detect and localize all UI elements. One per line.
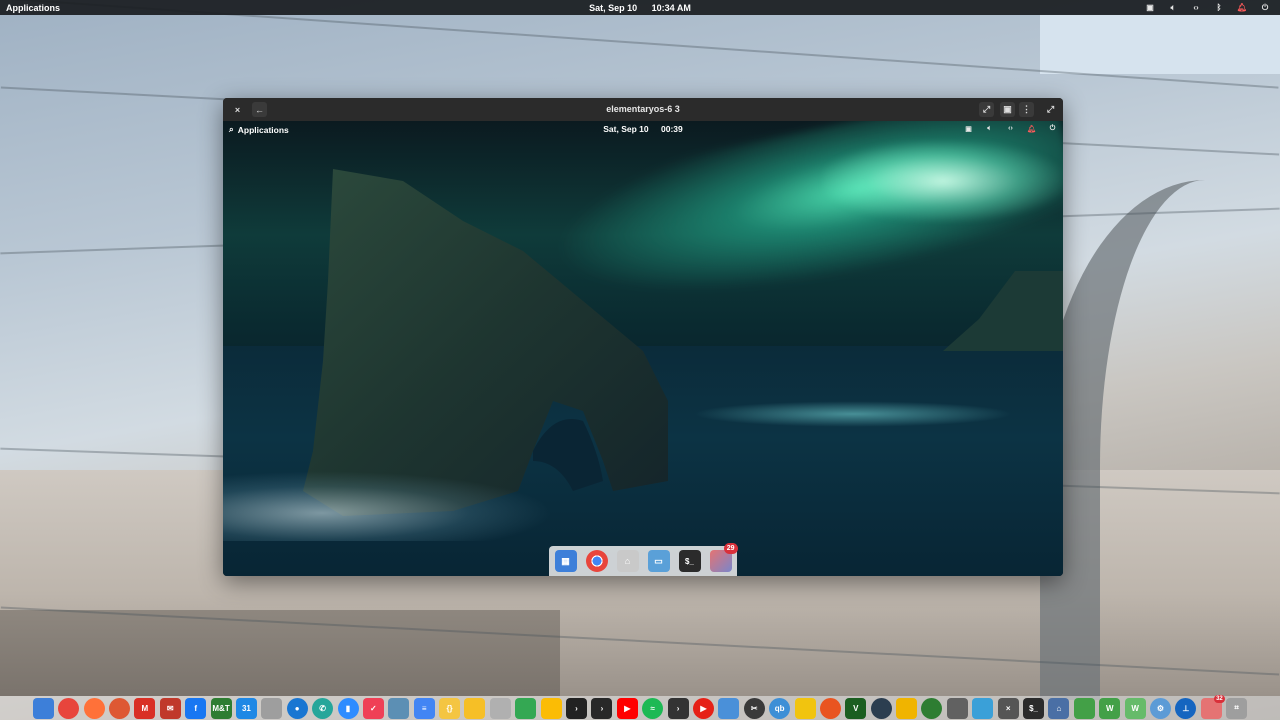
- guest-datetime[interactable]: Sat, Sep 10 00:39: [223, 124, 1063, 134]
- mt-icon[interactable]: M&T: [210, 697, 232, 719]
- wave-foam: [223, 471, 553, 541]
- files-icon[interactable]: [489, 697, 511, 719]
- youtube-icon[interactable]: ▶: [616, 697, 638, 719]
- code-icon[interactable]: {}: [439, 697, 461, 719]
- power-icon[interactable]: ⏻: [1260, 3, 1270, 13]
- zoom-icon[interactable]: ▮: [337, 697, 359, 719]
- plex-icon[interactable]: ›: [591, 697, 613, 719]
- x-terminal-icon[interactable]: ×: [997, 697, 1019, 719]
- wallpaper-arch: [1040, 180, 1280, 700]
- guest-top-panel: ⌕ Applications Sat, Sep 10 00:39 ▣ 🔈︎ ‹›…: [223, 121, 1063, 137]
- youtube-music-icon[interactable]: ▶: [692, 697, 714, 719]
- contacts-icon[interactable]: ●: [286, 697, 308, 719]
- guest-dock: ▦ ⌂ ▭ $_ 29: [549, 543, 738, 576]
- guest-network-icon[interactable]: ‹›: [1006, 124, 1015, 133]
- network-icon[interactable]: [870, 697, 892, 719]
- time-label: 10:34 AM: [651, 2, 691, 13]
- keyboard-icon[interactable]: [946, 697, 968, 719]
- guest-notification-icon[interactable]: 🔔︎: [1027, 124, 1036, 133]
- vm-header: × ← elementaryos-6 3 ⤢ ▣ ⋮ ⤢: [223, 98, 1063, 121]
- top-panel: Applications Sat, Sep 10 10:34 AM ▣ 🔈︎ ‹…: [0, 0, 1280, 15]
- plex-media-icon[interactable]: ›: [667, 697, 689, 719]
- screenshot-icon[interactable]: ▣: [1000, 102, 1015, 117]
- gmail-icon[interactable]: M: [134, 697, 156, 719]
- datetime-indicator[interactable]: Sat, Sep 10 10:34 AM: [0, 3, 1280, 13]
- archive-icon[interactable]: [794, 697, 816, 719]
- guest-sidebar-icon[interactable]: ▣: [964, 124, 973, 133]
- document-viewer-icon[interactable]: [388, 697, 410, 719]
- aurora-reflection: [693, 401, 1013, 427]
- expand-icon[interactable]: ⤢: [1043, 102, 1058, 117]
- photos-icon[interactable]: [261, 697, 283, 719]
- screenshot-tool-icon[interactable]: [718, 697, 740, 719]
- menu-icon[interactable]: ⋮: [1019, 102, 1034, 117]
- vm-title: elementaryos-6 3: [606, 104, 680, 114]
- thermometer-icon[interactable]: ⊥: [1175, 697, 1197, 719]
- guest-volume-icon[interactable]: 🔈︎: [985, 124, 994, 133]
- calendar-icon[interactable]: 29: [709, 543, 738, 572]
- wallpaper-line: [0, 606, 1280, 676]
- docs-icon[interactable]: ≡: [413, 697, 435, 719]
- screenshot-crop-icon[interactable]: ⌗: [1226, 697, 1248, 719]
- guest-screen[interactable]: ⌕ Applications Sat, Sep 10 00:39 ▣ 🔈︎ ‹›…: [223, 121, 1063, 576]
- notes-icon[interactable]: [464, 697, 486, 719]
- multitasking-view-icon[interactable]: [32, 697, 54, 719]
- indicator-area: ▣ 🔈︎ ‹› ᛒ 🔔︎ ⏻: [1145, 3, 1270, 13]
- qbittorrent-icon[interactable]: qb: [769, 697, 791, 719]
- chrome-icon[interactable]: [58, 697, 80, 719]
- word-icon[interactable]: W: [1099, 697, 1121, 719]
- distant-cliff: [943, 271, 1063, 351]
- calendar-icon[interactable]: 31: [235, 697, 257, 719]
- terminal-prompt-icon[interactable]: ›: [566, 697, 588, 719]
- notification-icon[interactable]: 🔔︎: [1237, 3, 1247, 13]
- guest-time-label: 00:39: [660, 124, 683, 134]
- multitasking-view-icon[interactable]: ▦: [554, 550, 577, 572]
- volume-icon[interactable]: 🔈︎: [1168, 3, 1178, 13]
- photos-app-icon[interactable]: [540, 697, 562, 719]
- aurora-glow: [823, 141, 1063, 221]
- vm-window: × ← elementaryos-6 3 ⤢ ▣ ⋮ ⤢ ⌕ Applicati…: [223, 98, 1063, 576]
- terminal-icon[interactable]: $_: [678, 550, 701, 572]
- app-center-icon[interactable]: ▭: [647, 550, 670, 572]
- home-icon[interactable]: ⌂: [1048, 697, 1070, 719]
- notification-badge: 29: [723, 543, 738, 554]
- vim-icon[interactable]: V: [845, 697, 867, 719]
- player-icon[interactable]: [896, 697, 918, 719]
- guest-power-icon[interactable]: ⏻: [1048, 124, 1057, 133]
- guest-indicators: ▣ 🔈︎ ‹› 🔔︎ ⏻: [964, 124, 1057, 133]
- calendar-badge-icon[interactable]: 32: [1200, 694, 1225, 719]
- network-icon[interactable]: ‹›: [1191, 3, 1201, 13]
- terminal-icon[interactable]: $_: [1023, 697, 1045, 719]
- tools-icon[interactable]: ✂: [743, 697, 765, 719]
- files-icon[interactable]: ⌂: [616, 550, 639, 572]
- ubuntu-tweak-icon[interactable]: [819, 697, 841, 719]
- bluetooth-icon[interactable]: ᛒ: [1214, 3, 1224, 13]
- duckduckgo-icon[interactable]: [108, 697, 130, 719]
- w-app-icon[interactable]: W: [1124, 697, 1146, 719]
- date-label: Sat, Sep 10: [589, 2, 638, 13]
- phone-icon[interactable]: ✆: [312, 697, 334, 719]
- sidebar-icon[interactable]: ▣: [1145, 3, 1155, 13]
- dock: M ✉ f M&T 31 ● ✆ ▮ ✓ ≡{} › › ▶ ≈ › ▶ ✂ qb V × $_ ⌂ W W ⚙ ⊥ 32 ⌗: [0, 694, 1280, 720]
- game-icon[interactable]: [921, 697, 943, 719]
- mail-icon[interactable]: ✉: [159, 697, 181, 719]
- fullscreen-icon[interactable]: ⤢: [979, 102, 994, 117]
- spotify-icon[interactable]: ≈: [642, 697, 664, 719]
- wallpaper-sky: [1040, 14, 1280, 74]
- cube-icon[interactable]: [1073, 697, 1095, 719]
- dock-notification-badge: 32: [1214, 694, 1225, 703]
- settings-icon[interactable]: ⚙: [1150, 697, 1171, 719]
- firefox-icon[interactable]: [83, 697, 105, 719]
- chrome-icon[interactable]: [585, 550, 608, 572]
- wallpaper-shadow: [0, 610, 560, 696]
- facebook-icon[interactable]: f: [185, 697, 207, 719]
- pocket-icon[interactable]: ✓: [362, 697, 384, 719]
- guest-date-label: Sat, Sep 10: [603, 124, 649, 134]
- google-drive-icon[interactable]: [515, 697, 537, 719]
- clipboard-icon[interactable]: [972, 697, 994, 719]
